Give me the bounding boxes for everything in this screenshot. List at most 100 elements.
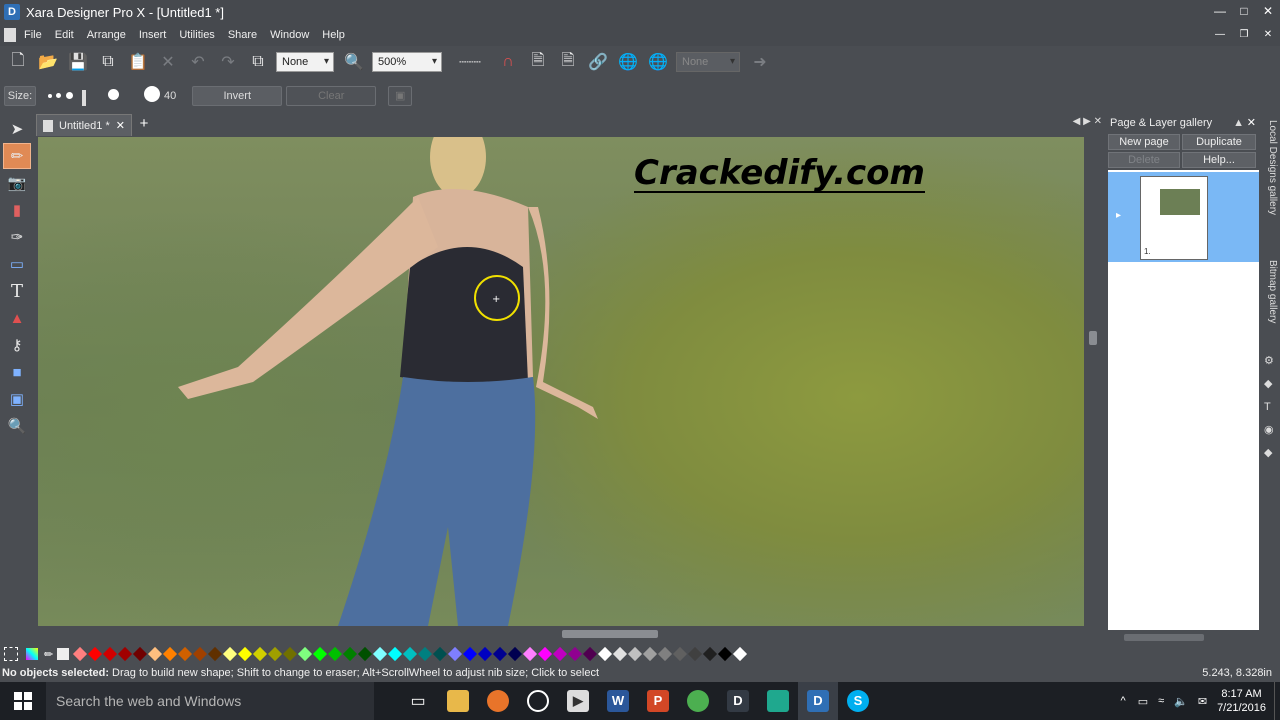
color-swatch[interactable] (328, 646, 343, 662)
color-swatch[interactable] (553, 646, 568, 662)
notifications-icon[interactable]: ✉ (1198, 695, 1207, 708)
color-swatch[interactable] (403, 646, 418, 662)
color-swatch[interactable] (118, 646, 133, 662)
color-swatch[interactable] (703, 646, 718, 662)
chrome-icon[interactable] (678, 682, 718, 720)
tab-untitled1[interactable]: Untitled1 * ✕ (36, 114, 132, 136)
no-color-swatch[interactable] (4, 647, 18, 661)
delete-icon[interactable]: ✕ (156, 50, 180, 74)
duplicate-button[interactable]: Duplicate (1182, 134, 1256, 150)
redo-icon[interactable]: ↷ (216, 50, 240, 74)
eyedropper-icon[interactable]: ✏ (44, 648, 53, 661)
color-swatch[interactable] (343, 646, 358, 662)
doc-minimize-button[interactable]: — (1208, 24, 1232, 46)
zoom-dropdown[interactable]: 500% (372, 52, 442, 72)
taskbar-search-input[interactable]: Search the web and Windows (46, 682, 374, 720)
color-swatch[interactable] (133, 646, 148, 662)
gallery-tab-icons[interactable]: ⚙ ◆ T ◉ ◆ (1264, 350, 1274, 465)
new-page-button[interactable]: New page (1108, 134, 1180, 150)
volume-icon[interactable]: 🔈 (1174, 695, 1188, 708)
document-icon[interactable] (4, 28, 16, 42)
pin-icon[interactable]: ▲ (1233, 114, 1244, 132)
color-swatch[interactable] (613, 646, 628, 662)
gallery-help-button[interactable]: Help... (1182, 152, 1256, 168)
color-swatch[interactable] (673, 646, 688, 662)
minimize-button[interactable]: — (1208, 0, 1232, 22)
color-swatch[interactable] (388, 646, 403, 662)
color-swatch[interactable] (583, 646, 598, 662)
invert-button[interactable]: Invert (192, 86, 283, 106)
word-icon[interactable]: W (598, 682, 638, 720)
color-swatch[interactable] (478, 646, 493, 662)
doc-close-button[interactable]: ✕ (1256, 24, 1280, 46)
color-swatch[interactable] (283, 646, 298, 662)
undo-icon[interactable]: ↶ (186, 50, 210, 74)
rectangle-tool-icon[interactable]: ▭ (3, 251, 31, 277)
firefox-icon[interactable] (478, 682, 518, 720)
open-folder-icon[interactable]: 📂 (36, 50, 60, 74)
color-editor-icon[interactable] (26, 648, 38, 660)
color-swatch[interactable] (643, 646, 658, 662)
eraser-tool-icon[interactable]: ▮ (3, 197, 31, 223)
color-swatch[interactable] (568, 646, 583, 662)
task-view-icon[interactable]: ▭ (398, 682, 438, 720)
eraser-brush-tool-icon[interactable]: ✏ (3, 143, 31, 169)
gallery-close-icon[interactable]: ✕ (1247, 114, 1256, 132)
new-document-icon[interactable]: 🗋 (6, 50, 30, 74)
shadow-tool-icon[interactable]: ■ (3, 359, 31, 385)
color-swatch[interactable] (658, 646, 673, 662)
tab-close-icon[interactable]: ✕ (116, 119, 125, 132)
show-desktop-button[interactable] (1274, 682, 1280, 720)
xara-dark-icon[interactable]: D (718, 682, 758, 720)
bitmap-gallery-tab[interactable]: Bitmap gallery (1263, 260, 1278, 340)
menu-help[interactable]: Help (322, 29, 345, 41)
skype-icon[interactable]: S (838, 682, 878, 720)
zoom-tool-icon[interactable]: 🔍 (3, 413, 31, 439)
copy-icon[interactable]: ⧉ (96, 50, 120, 74)
drawing-canvas[interactable]: + Crackedify.com (38, 137, 1084, 626)
file-explorer-icon[interactable] (438, 682, 478, 720)
color-swatch[interactable] (238, 646, 253, 662)
color-swatch[interactable] (688, 646, 703, 662)
selector-tool-icon[interactable]: ➤ (3, 116, 31, 142)
maximize-button[interactable]: □ (1232, 0, 1256, 22)
xara-app-icon[interactable]: D (4, 4, 20, 20)
color-swatch[interactable] (223, 646, 238, 662)
ruler-icon[interactable]: ┄┄┄ (450, 50, 490, 74)
color-swatch[interactable] (733, 646, 748, 662)
color-swatch[interactable] (163, 646, 178, 662)
delete-page-button[interactable]: Delete (1108, 152, 1180, 168)
color-swatch[interactable] (193, 646, 208, 662)
color-swatch[interactable] (208, 646, 223, 662)
clear-button[interactable]: Clear (286, 86, 377, 106)
color-swatch[interactable] (373, 646, 388, 662)
feather-dropdown[interactable]: None (276, 52, 334, 72)
color-swatch[interactable] (73, 646, 88, 662)
menu-edit[interactable]: Edit (55, 29, 74, 41)
close-button[interactable]: ✕ (1256, 0, 1280, 22)
save-icon[interactable]: 💾 (66, 50, 90, 74)
powerpoint-icon[interactable]: P (638, 682, 678, 720)
magnet-snap-icon[interactable]: ∩ (496, 50, 520, 74)
color-swatch[interactable] (433, 646, 448, 662)
transform-icon[interactable]: ⧉ (246, 50, 270, 74)
color-swatch[interactable] (178, 646, 193, 662)
web-check-icon[interactable]: 🌐 (616, 50, 640, 74)
media-icon[interactable] (518, 682, 558, 720)
tray-chevron-icon[interactable]: ^ (1121, 695, 1126, 707)
video-app-icon[interactable]: ▶ (558, 682, 598, 720)
color-swatch[interactable] (598, 646, 613, 662)
color-swatch[interactable] (448, 646, 463, 662)
color-swatch[interactable] (253, 646, 268, 662)
freehand-tool-icon[interactable]: ✑ (3, 224, 31, 250)
bevel-tool-icon[interactable]: ▣ (3, 386, 31, 412)
color-swatch[interactable] (103, 646, 118, 662)
tab-nav-icons[interactable]: ◀ ▶ ✕ (1073, 116, 1102, 127)
page-1-item[interactable]: ▸ 1. (1108, 172, 1259, 262)
color-swatch[interactable] (508, 646, 523, 662)
doc-restore-button[interactable]: ❐ (1232, 24, 1256, 46)
horizontal-scroll-thumb[interactable] (562, 630, 658, 638)
battery-icon[interactable]: ▭ (1138, 695, 1148, 708)
vertical-scroll-thumb[interactable] (1089, 331, 1097, 345)
gallery-scrollbar[interactable] (1108, 632, 1259, 644)
